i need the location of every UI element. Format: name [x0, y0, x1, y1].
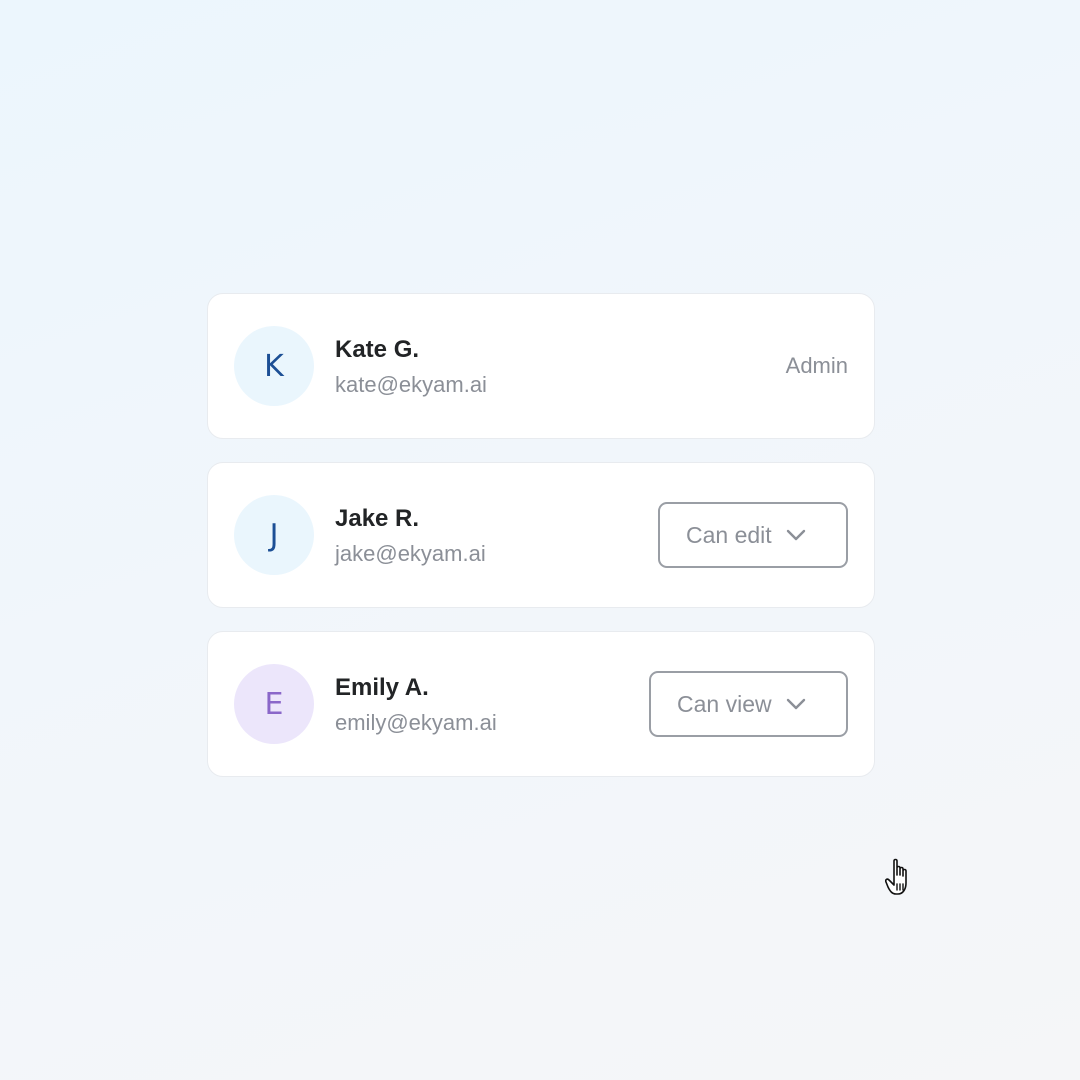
member-email: kate@ekyam.ai: [335, 372, 487, 397]
hand-pointer-icon: [885, 858, 907, 895]
member-email: emily@ekyam.ai: [335, 710, 497, 735]
avatar-initial: K: [264, 348, 284, 384]
member-email: jake@ekyam.ai: [335, 541, 486, 566]
avatar-initial: J: [269, 517, 279, 553]
role-dropdown[interactable]: Can edit: [658, 502, 848, 568]
chevron-down-icon: [786, 698, 805, 710]
avatar: J: [234, 495, 314, 575]
role-dropdown-value: Can edit: [686, 521, 772, 548]
member-row-jake: J Jake R. jake@ekyam.ai Can edit: [207, 462, 875, 608]
member-list: K Kate G. kate@ekyam.ai Admin J Jake R. …: [207, 293, 875, 800]
member-identity: Emily A. emily@ekyam.ai: [335, 672, 497, 739]
chevron-down-icon: [786, 529, 805, 541]
avatar: E: [234, 664, 314, 744]
role-label: Admin: [785, 353, 848, 378]
avatar-initial: E: [264, 686, 284, 722]
role-dropdown-value: Can view: [677, 690, 772, 717]
member-identity: Jake R. jake@ekyam.ai: [335, 503, 486, 570]
member-row-kate: K Kate G. kate@ekyam.ai Admin: [207, 293, 875, 439]
member-row-emily: E Emily A. emily@ekyam.ai Can view: [207, 631, 875, 777]
member-name: Jake R.: [335, 505, 420, 532]
role-dropdown[interactable]: Can view: [649, 671, 848, 737]
avatar: K: [234, 326, 314, 406]
member-name: Emily A.: [335, 674, 429, 701]
member-identity: Kate G. kate@ekyam.ai: [335, 334, 487, 401]
member-name: Kate G.: [335, 336, 420, 363]
